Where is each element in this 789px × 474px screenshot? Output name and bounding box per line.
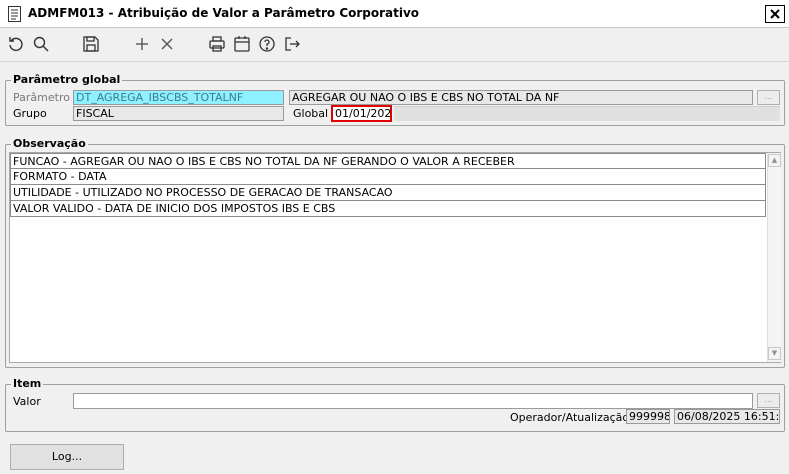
global-spacer: [394, 106, 780, 121]
save-button[interactable]: [80, 33, 102, 55]
list-item[interactable]: FUNCAO - AGREGAR OU NAO O IBS E CBS NO T…: [10, 153, 766, 169]
global-label: Global: [293, 107, 329, 120]
add-icon: [136, 38, 148, 50]
parametro-lookup-button[interactable]: ...: [757, 90, 780, 105]
calendar-icon: [234, 36, 250, 52]
parametro-global-title: Parâmetro global: [11, 73, 123, 86]
calendar-button[interactable]: [231, 33, 253, 55]
item-title: Item: [11, 377, 44, 390]
scroll-down-icon[interactable]: ▼: [768, 347, 781, 360]
parametro-description-field: AGREGAR OU NAO O IBS E CBS NO TOTAL DA N…: [289, 90, 753, 105]
help-icon: [259, 36, 275, 52]
refresh-button[interactable]: [5, 33, 27, 55]
valor-input[interactable]: [73, 393, 753, 409]
save-icon: [83, 36, 99, 52]
app-document-icon: [8, 6, 21, 22]
search-icon: [33, 36, 49, 52]
add-button[interactable]: [131, 33, 153, 55]
print-icon: [209, 36, 225, 52]
global-date-field[interactable]: 01/01/2027: [331, 105, 392, 122]
parametro-label: Parâmetro: [13, 91, 70, 104]
exit-button[interactable]: [281, 33, 303, 55]
list-item[interactable]: FORMATO - DATA: [10, 169, 766, 185]
scroll-up-icon[interactable]: ▲: [768, 154, 781, 167]
operador-field: 999998: [626, 409, 670, 424]
delete-button[interactable]: [156, 33, 178, 55]
observacao-title: Observação: [11, 137, 88, 150]
title-bar: ADMFM013 - Atribuição de Valor a Parâmet…: [0, 0, 789, 28]
refresh-icon: [9, 37, 23, 51]
valor-lookup-button[interactable]: ...: [757, 393, 780, 408]
list-item[interactable]: VALOR VALIDO - DATA DE INICIO DOS IMPOST…: [10, 201, 766, 217]
grupo-label: Grupo: [13, 107, 47, 120]
delete-icon: [161, 38, 173, 50]
print-button[interactable]: [206, 33, 228, 55]
atualizacao-field: 06/08/2025 16:51:46: [674, 409, 780, 424]
grupo-field: FISCAL: [73, 106, 284, 121]
help-button[interactable]: [256, 33, 278, 55]
close-button[interactable]: [765, 5, 785, 23]
toolbar-divider: [0, 61, 789, 62]
list-item[interactable]: UTILIDADE - UTILIZADO NO PROCESSO DE GER…: [10, 185, 766, 201]
search-button[interactable]: [30, 33, 52, 55]
observacao-scrollbar[interactable]: ▲ ▼: [767, 153, 781, 362]
close-icon: [770, 9, 780, 19]
parametro-field[interactable]: DT_AGREGA_IBSCBS_TOTALNF: [73, 90, 284, 105]
window-title: ADMFM013 - Atribuição de Valor a Parâmet…: [28, 6, 420, 20]
log-button[interactable]: Log...: [10, 444, 124, 470]
valor-label: Valor: [13, 395, 41, 408]
observacao-list[interactable]: FUNCAO - AGREGAR OU NAO O IBS E CBS NO T…: [9, 152, 781, 363]
exit-icon: [285, 37, 300, 51]
operador-label: Operador/Atualização: [510, 411, 630, 424]
